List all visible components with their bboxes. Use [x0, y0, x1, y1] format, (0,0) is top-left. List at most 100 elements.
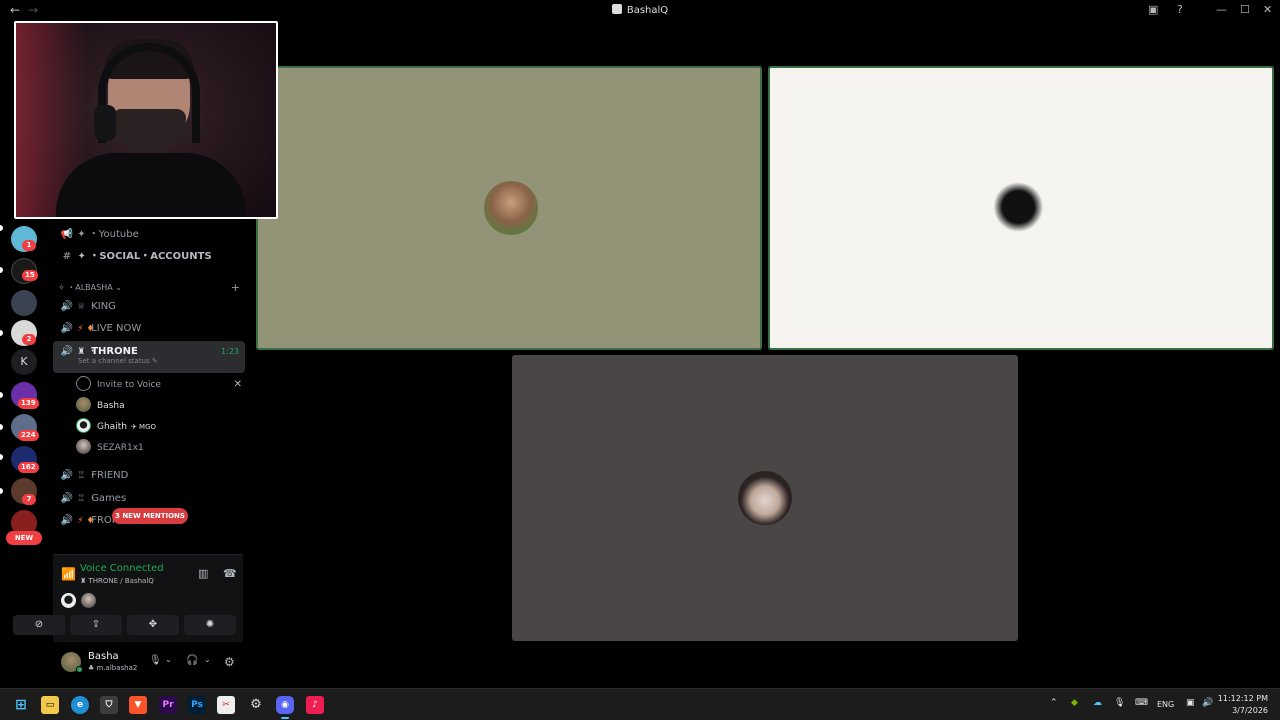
- avatar: [61, 593, 76, 608]
- avatar: [76, 418, 91, 433]
- headset-earcup: [94, 105, 116, 141]
- maximize-icon[interactable]: ☐: [1240, 3, 1250, 16]
- invite-to-voice[interactable]: Invite to Voice ✕: [76, 375, 246, 395]
- avatar: [738, 471, 792, 525]
- voice-actions-bar: ⊘ ⇪ ✥ ✺: [13, 615, 239, 637]
- premiere-pro-icon[interactable]: Pr: [159, 696, 177, 714]
- network-icon[interactable]: ▣: [1186, 698, 1195, 708]
- signal-icon[interactable]: 📶: [61, 567, 76, 581]
- camera-person-shirt: [56, 153, 246, 217]
- call-duration: 1:23: [221, 347, 239, 356]
- voice-user-basha[interactable]: Basha: [76, 396, 246, 416]
- unread-indicator: [0, 488, 3, 494]
- keyboard-icon[interactable]: ⌨: [1135, 698, 1148, 708]
- voice-status-subtitle[interactable]: ♜ THRONE / BashalQ: [80, 577, 154, 585]
- unread-indicator: [0, 330, 3, 336]
- inbox-icon[interactable]: ▣: [1148, 3, 1158, 16]
- voice-channel-king[interactable]: 🔊 ♕ ・KING: [53, 296, 245, 318]
- avatar: [81, 593, 96, 608]
- user-tag: ✈ MGO: [130, 423, 157, 431]
- speaker-icon: 🔊: [60, 493, 74, 504]
- speaker-icon: 🔊: [60, 346, 74, 357]
- chevron-down-icon[interactable]: ⌄: [165, 655, 172, 664]
- channel-social-accounts[interactable]: # ✦ ・SOCIAL・ACCOUNTS: [53, 246, 245, 268]
- chevron-down-icon[interactable]: ⌄: [204, 655, 211, 664]
- volume-icon[interactable]: 🔊: [1202, 698, 1213, 708]
- unread-badge: 2: [22, 334, 36, 345]
- window-title: BashalQ: [0, 4, 1280, 16]
- soundboard-button[interactable]: ✺: [184, 615, 236, 635]
- avatar: [484, 181, 538, 235]
- photoshop-icon[interactable]: Ps: [188, 696, 206, 714]
- user-handle: ♣ m.albasha2: [88, 664, 138, 672]
- username[interactable]: Basha: [88, 651, 119, 662]
- category-albasha[interactable]: ✧ ・ALBASHA ⌄ +: [58, 281, 240, 294]
- screen-share-button[interactable]: ⇪: [70, 615, 122, 635]
- voice-user-sezar[interactable]: SEZAR1x1: [76, 438, 246, 458]
- speaker-icon: 🔊: [60, 323, 74, 334]
- channel-status[interactable]: Set a channel status ✎: [78, 355, 158, 367]
- voice-user-ghaith[interactable]: Ghaith ✈ MGO: [76, 417, 246, 437]
- voice-channel-games[interactable]: 🔊 ♖ ・Games: [53, 488, 245, 510]
- announcement-icon: 📢: [60, 229, 74, 240]
- add-user-icon: [76, 376, 91, 391]
- unread-indicator: [0, 267, 3, 273]
- title-bar: ← → BashalQ ▣ ? — ☐ ✕: [0, 0, 1280, 22]
- show-hidden-icons[interactable]: ⌃: [1050, 698, 1058, 708]
- system-clock[interactable]: 11:12:12 PM 3/7/2026: [1218, 693, 1268, 717]
- avatar: [994, 180, 1048, 234]
- voice-status-title[interactable]: Voice Connected: [80, 563, 164, 574]
- disconnect-icon[interactable]: ☎: [223, 567, 237, 580]
- server-icon[interactable]: [11, 290, 37, 316]
- windows-start-icon[interactable]: ⊞: [12, 696, 30, 714]
- participant-tile-sezar[interactable]: [512, 355, 1018, 641]
- microphone-icon[interactable]: 🎙: [1114, 698, 1125, 708]
- voice-channel-throne[interactable]: 🔊 ♜ ・THRONE 1:23 Set a channel status ✎: [53, 341, 245, 373]
- speaker-icon: 🔊: [60, 301, 74, 312]
- unread-badge: 139: [18, 398, 39, 409]
- avatar: [76, 439, 91, 454]
- windows-taskbar: ⊞ ▭ e ⛉ ▼ Pr Ps ✂ ⚙ ◉ ♪ ⌃ ◆ ☁ 🎙 ⌨ ENG ▣ …: [0, 688, 1280, 720]
- language-indicator[interactable]: ENG: [1157, 700, 1174, 709]
- microphone-icon[interactable]: 🎙: [149, 655, 162, 666]
- server-icon[interactable]: K: [11, 349, 37, 375]
- new-unreads-pill[interactable]: NEW: [6, 531, 42, 545]
- help-icon[interactable]: ?: [1177, 3, 1183, 16]
- brave-browser-icon[interactable]: ▼: [129, 696, 147, 714]
- unread-indicator: [0, 454, 3, 460]
- new-mentions-pill[interactable]: 3 NEW MENTIONS: [112, 508, 188, 524]
- onedrive-icon[interactable]: ☁: [1093, 698, 1102, 708]
- snipping-tool-icon[interactable]: ✂: [217, 696, 235, 714]
- participant-tile-basha[interactable]: [256, 66, 762, 350]
- voice-channel-live-now[interactable]: 🔊 ⚡ ♦LIVE NOW: [53, 318, 245, 340]
- noise-suppression-icon[interactable]: ▥: [198, 567, 208, 580]
- store-icon[interactable]: ⛉: [100, 696, 118, 714]
- unread-badge: 7: [22, 494, 36, 505]
- channel-youtube[interactable]: 📢 ✦ ・Youtube: [53, 224, 245, 246]
- discord-icon[interactable]: ◉: [276, 696, 294, 719]
- camera-off-button[interactable]: ⊘: [13, 615, 65, 635]
- unread-badge: 224: [18, 430, 39, 441]
- steam-icon[interactable]: ⚙: [247, 696, 265, 714]
- file-explorer-icon[interactable]: ▭: [41, 696, 59, 714]
- chevron-down-icon: ⌄: [115, 283, 122, 292]
- tiktok-icon[interactable]: ♪: [306, 696, 324, 714]
- add-channel-icon[interactable]: +: [231, 281, 240, 294]
- unread-indicator: [0, 225, 3, 231]
- close-icon[interactable]: ✕: [1263, 3, 1272, 16]
- activities-button[interactable]: ✥: [127, 615, 179, 635]
- speaker-icon: 🔊: [60, 515, 74, 526]
- headphones-icon[interactable]: 🎧: [186, 655, 198, 666]
- voice-channel-friend[interactable]: 🔊 ♖ ・FRIEND: [53, 465, 245, 487]
- unread-badge: 15: [22, 270, 38, 281]
- unread-indicator: [0, 392, 3, 398]
- participant-tile-ghaith[interactable]: [768, 66, 1274, 350]
- edge-browser-icon[interactable]: e: [71, 696, 89, 714]
- gear-icon[interactable]: ⚙: [224, 655, 235, 669]
- self-camera-preview[interactable]: [14, 21, 278, 219]
- nvidia-icon[interactable]: ◆: [1071, 698, 1078, 708]
- close-icon[interactable]: ✕: [234, 375, 242, 395]
- minimize-icon[interactable]: —: [1216, 3, 1227, 16]
- unread-indicator: [0, 424, 3, 430]
- hash-icon: #: [62, 251, 72, 262]
